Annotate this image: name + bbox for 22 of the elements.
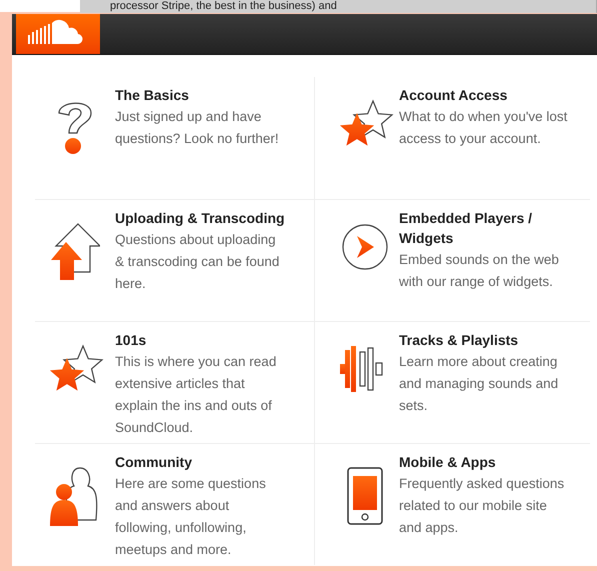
- phone-icon: [345, 466, 385, 526]
- users-icon: [50, 466, 100, 526]
- topic-title-link[interactable]: Mobile & Apps: [399, 452, 571, 472]
- topic-description: Embed sounds on the web with our range of widgets.: [399, 251, 560, 291]
- topic-title-link[interactable]: The Basics: [115, 85, 287, 105]
- topic-description: This is where you can read extensive articles that explain the ins and outs of SoundCloud.: [115, 353, 278, 437]
- topic-description: Just signed up and have questions? Look no further!: [115, 108, 280, 148]
- topic-title-link[interactable]: Community: [115, 452, 287, 472]
- topic-description: Here are some questions and answers about following, unfollowing, meetups and more.: [115, 475, 267, 559]
- topic-title-link[interactable]: Embedded Players / Widgets: [399, 208, 571, 248]
- logo-link[interactable]: [16, 14, 100, 54]
- topic-title-link[interactable]: Tracks & Playlists: [399, 330, 571, 350]
- play-circle-icon: [340, 222, 390, 272]
- topic-description: Questions about uploading & transcoding can be found here.: [115, 231, 280, 293]
- topic-title-link[interactable]: Uploading & Transcoding: [115, 208, 287, 228]
- background-text: processor Stripe, the best in the business) and: [110, 0, 337, 12]
- upload-arrow-icon: [50, 222, 100, 282]
- topic-title-link[interactable]: 101s: [115, 330, 287, 350]
- topic-description: Frequently asked questions related to our mobile site and apps.: [399, 475, 566, 537]
- topic-description: Learn more about creating and managing sounds and sets.: [399, 353, 560, 415]
- topic-description: What to do when you've lost access to your account.: [399, 108, 568, 148]
- topic-title-link[interactable]: Account Access: [399, 85, 571, 105]
